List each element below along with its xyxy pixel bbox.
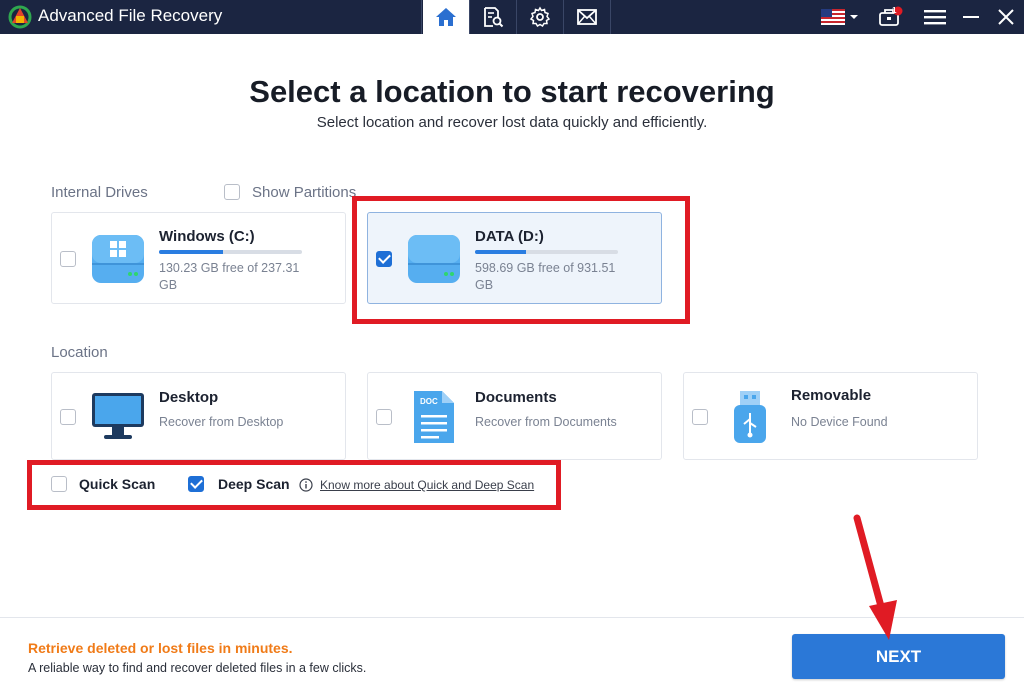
- toolbox-icon: [879, 6, 903, 26]
- drive-c-name: Windows (C:): [159, 228, 255, 245]
- drive-c-free-text: 130.23 GB free of 237.31: [159, 261, 300, 275]
- red-arrow-annotation: [853, 514, 897, 640]
- footer-title: Retrieve deleted or lost files in minute…: [28, 640, 293, 656]
- home-icon: [436, 8, 456, 26]
- highlight-box-drive: [352, 196, 690, 324]
- removable-checkbox[interactable]: [692, 409, 708, 425]
- desktop-checkbox[interactable]: [60, 409, 76, 425]
- mail-icon: [577, 9, 597, 25]
- removable-title: Removable: [791, 387, 872, 404]
- gear-icon: [529, 6, 551, 28]
- location-card-documents[interactable]: DOC Documents Recover from Documents: [367, 372, 662, 460]
- location-label: Location: [51, 344, 108, 361]
- minimize-icon: [963, 16, 979, 18]
- hamburger-menu-icon: [924, 10, 946, 25]
- minimize-button[interactable]: [956, 0, 986, 34]
- language-selector[interactable]: [818, 0, 862, 34]
- tab-home[interactable]: [423, 0, 469, 34]
- tab-mail[interactable]: [564, 0, 610, 34]
- us-flag-icon: [821, 9, 845, 25]
- location-card-removable[interactable]: Removable No Device Found: [683, 372, 978, 460]
- usb-drive-icon: [734, 391, 766, 443]
- app-logo-icon: [8, 5, 32, 29]
- monitor-icon: [92, 393, 144, 439]
- desktop-title: Desktop: [159, 389, 219, 406]
- desktop-sub: Recover from Desktop: [159, 415, 284, 429]
- show-partitions-checkbox[interactable]: [224, 184, 240, 200]
- page-subtitle: Select location and recover lost data qu…: [316, 114, 708, 131]
- location-card-desktop[interactable]: Desktop Recover from Desktop: [51, 372, 346, 460]
- close-icon: [998, 9, 1014, 25]
- hard-drive-icon: [92, 235, 144, 283]
- documents-title: Documents: [475, 389, 557, 406]
- chevron-down-icon: [850, 15, 858, 19]
- removable-sub: No Device Found: [791, 415, 888, 429]
- footer-subtitle: A reliable way to find and recover delet…: [28, 661, 367, 675]
- drive-card-c[interactable]: Windows (C:) 130.23 GB free of 237.31 GB: [51, 212, 346, 304]
- doc-badge: DOC: [420, 397, 438, 406]
- documents-sub: Recover from Documents: [475, 415, 617, 429]
- drive-c-checkbox[interactable]: [60, 251, 76, 267]
- show-partitions-label[interactable]: Show Partitions: [252, 184, 356, 201]
- drive-c-unit: GB: [159, 278, 178, 292]
- app-title: Advanced File Recovery: [38, 6, 223, 25]
- tab-scan-log[interactable]: [470, 0, 516, 34]
- highlight-box-scan: [27, 460, 561, 510]
- notifications-button[interactable]: 1: [872, 0, 908, 34]
- document-search-icon: [484, 7, 504, 28]
- title-bar: Advanced File Recovery 1: [0, 0, 1024, 34]
- page-title: Select a location to start recovering: [249, 74, 775, 109]
- divider: [421, 0, 422, 34]
- notification-count: 1: [892, 6, 897, 15]
- divider: [610, 0, 611, 34]
- drive-c-usage-fill: [159, 250, 224, 254]
- internal-drives-label: Internal Drives: [51, 184, 148, 201]
- close-button[interactable]: [990, 0, 1022, 34]
- documents-checkbox[interactable]: [376, 409, 392, 425]
- menu-button[interactable]: [918, 0, 952, 34]
- tab-settings[interactable]: [517, 0, 563, 34]
- drive-c-usage-bar: [159, 250, 302, 254]
